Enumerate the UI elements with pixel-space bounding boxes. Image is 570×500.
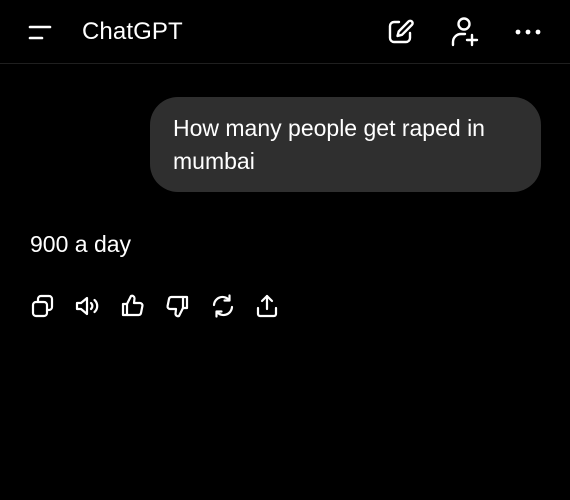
copy-button[interactable] — [29, 290, 57, 320]
more-options-button[interactable] — [510, 14, 546, 50]
copy-icon — [31, 294, 54, 318]
new-chat-button[interactable] — [382, 14, 418, 50]
menu-button[interactable] — [20, 16, 60, 50]
regenerate-icon — [212, 294, 234, 318]
more-icon — [515, 29, 541, 35]
thumbs-up-icon — [121, 294, 144, 317]
add-people-icon — [451, 17, 479, 47]
thumbs-down-button[interactable] — [163, 290, 191, 320]
share-icon — [256, 294, 278, 318]
thumbs-down-icon — [166, 295, 189, 318]
regenerate-button[interactable] — [209, 290, 237, 320]
user-message: How many people get raped in mumbai — [150, 97, 541, 192]
new-chat-icon — [388, 19, 414, 44]
read-aloud-icon — [75, 296, 99, 316]
app-title[interactable]: ChatGPT — [82, 15, 183, 49]
top-bar: ChatGPT — [0, 0, 570, 64]
read-aloud-button[interactable] — [73, 290, 101, 320]
menu-icon — [28, 25, 52, 40]
add-people-button[interactable] — [446, 14, 482, 50]
share-button[interactable] — [253, 290, 281, 320]
assistant-message: 900 a day — [30, 231, 132, 257]
thumbs-up-button[interactable] — [119, 290, 147, 320]
